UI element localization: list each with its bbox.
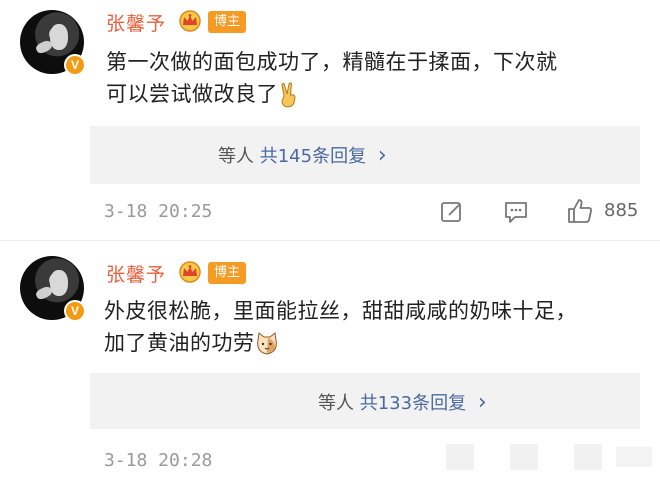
- reply-summary-text: 等人 共133条回复 ›: [318, 389, 487, 415]
- comment-text: 第一次做的面包成功了，精髓在于揉面，下次就 可以尝试做改良了: [106, 46, 558, 110]
- reply-summary-text: 等人 共145条回复 ›: [218, 142, 387, 168]
- author-name[interactable]: 张馨予: [106, 9, 166, 36]
- avatar-face: [50, 24, 68, 50]
- comment-item: V 张馨予 博主 外皮很松脆，里面能拉丝，甜甜咸咸的奶味十足， 加了黄油的功劳 …: [0, 250, 660, 492]
- comment-text-segment: 可以尝试做改良了: [106, 82, 278, 106]
- reply-prefix: 等人: [318, 393, 354, 414]
- comment-item: V 张馨予 博主 第一次做的面包成功了，精髓在于揉面，下次就 可以尝试做改良了 …: [0, 0, 660, 235]
- crown-icon: [179, 10, 201, 32]
- avatar-face: [50, 270, 68, 296]
- author-badge: 博主: [208, 262, 247, 284]
- share-icon[interactable]: [446, 444, 474, 470]
- comment-text-line: 加了黄油的功劳: [104, 327, 577, 359]
- cat-face-icon: [256, 332, 277, 355]
- comment-timestamp: 3-18 20:28: [104, 450, 213, 471]
- reply-summary[interactable]: 等人 共133条回复 ›: [90, 373, 640, 429]
- comment-icon[interactable]: [510, 444, 538, 470]
- comment-text-segment: 加了黄油的功劳: [104, 331, 255, 355]
- avatar-hand: [34, 285, 54, 301]
- author-name[interactable]: 张馨予: [106, 260, 166, 287]
- comment-text-line: 外皮很松脆，里面能拉丝，甜甜咸咸的奶味十足，: [104, 299, 577, 323]
- reply-summary[interactable]: 等人 共145条回复 ›: [90, 126, 640, 184]
- view-replies-link[interactable]: 共133条回复: [360, 393, 466, 414]
- verified-badge-icon: V: [64, 300, 86, 322]
- divider: [0, 240, 660, 241]
- reply-prefix: 等人: [218, 146, 254, 167]
- comment-text: 外皮很松脆，里面能拉丝，甜甜咸咸的奶味十足， 加了黄油的功劳: [104, 295, 577, 359]
- avatar[interactable]: V: [20, 10, 86, 76]
- like-icon[interactable]: [574, 444, 602, 470]
- comment-text-line: 第一次做的面包成功了，精髓在于揉面，下次就: [106, 50, 558, 74]
- comment-timestamp: 3-18 20:25: [104, 201, 213, 222]
- like-count-placeholder: [616, 447, 652, 467]
- like-icon[interactable]: [566, 197, 594, 225]
- verified-badge-icon: V: [64, 54, 86, 76]
- chevron-right-icon: ›: [477, 390, 487, 415]
- comment-text-line: 可以尝试做改良了: [106, 78, 558, 110]
- view-replies-link[interactable]: 共145条回复: [260, 146, 366, 167]
- author-badge: 博主: [208, 11, 247, 33]
- avatar[interactable]: V: [20, 256, 86, 322]
- crown-icon: [179, 261, 201, 283]
- avatar-hand: [34, 39, 54, 55]
- comment-icon[interactable]: [503, 199, 529, 225]
- victory-hand-icon: [281, 82, 296, 108]
- like-count: 885: [604, 200, 639, 221]
- chevron-right-icon: ›: [377, 143, 387, 168]
- share-icon[interactable]: [440, 200, 464, 224]
